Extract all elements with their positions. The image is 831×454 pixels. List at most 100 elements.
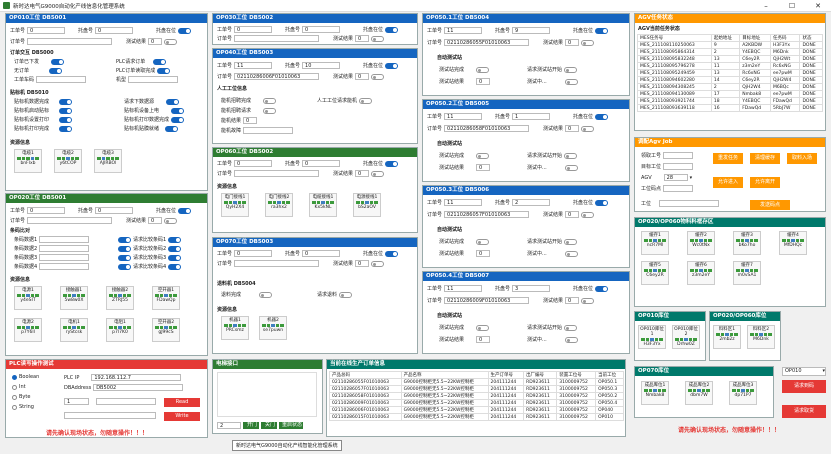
test-result-toggle[interactable]	[164, 217, 178, 224]
tray-present-toggle[interactable]	[385, 62, 399, 69]
table-row[interactable]: 02110286009F01010063 G9000控制柜无5.5~22KW控制柜…	[329, 399, 624, 407]
close-button[interactable]: ✕	[805, 0, 831, 12]
process-field[interactable]: 11	[234, 62, 273, 69]
table-row[interactable]: 02110286058F01010063 G9000控制柜无5.5~22KW控制柜…	[329, 392, 624, 400]
process-field[interactable]: 0	[234, 26, 273, 33]
test-result-field[interactable]: 0	[565, 297, 580, 304]
process-field[interactable]: 11	[444, 27, 483, 34]
order-field[interactable]: 02110286055F01010063	[444, 39, 530, 46]
order-field[interactable]	[234, 170, 320, 177]
scan-field-1[interactable]	[39, 236, 90, 243]
open-door-button[interactable]: 开门	[243, 422, 259, 429]
tray-present-toggle[interactable]	[178, 27, 192, 34]
test-result-field[interactable]: 0	[355, 73, 370, 80]
resource-slot[interactable]: 接触器2 ZTRJ55	[106, 286, 134, 310]
radio-boolean[interactable]	[12, 374, 17, 380]
tray-field[interactable]: 3	[512, 285, 551, 292]
tray-field[interactable]: 0	[302, 250, 341, 257]
sticker-toggle-5[interactable]	[166, 98, 180, 105]
test-result-field[interactable]: 0	[565, 125, 580, 132]
resource-slot[interactable]: OP010库位2 Drhw0Z	[672, 325, 700, 349]
test-result-toggle[interactable]	[164, 38, 178, 45]
resource-slot[interactable]: 料料区2 M6Dnk	[747, 325, 775, 349]
scan-toggle-2[interactable]	[118, 245, 131, 252]
table-row[interactable]: MES_211108093921744 18 Y4EBQC FDawQd DONE	[637, 97, 823, 105]
testing-toggle[interactable]	[564, 250, 578, 257]
scan-req-toggle-2[interactable]	[168, 245, 182, 252]
tray-present-toggle[interactable]	[385, 250, 399, 257]
column-header[interactable]: 产品总码	[329, 371, 402, 379]
op040-toggle-1[interactable]	[263, 97, 277, 104]
tray-present-toggle[interactable]	[385, 26, 399, 33]
plc-ip-field[interactable]: 192.168.112.7	[91, 374, 182, 381]
op070-toggle-2[interactable]	[339, 291, 353, 298]
op040-toggle-2[interactable]	[263, 107, 277, 114]
order-field[interactable]	[234, 35, 320, 42]
order-field[interactable]: 02110286006F01010063	[234, 73, 320, 80]
column-header[interactable]: MES任务号	[637, 34, 712, 42]
test-result-field[interactable]: 0	[355, 260, 370, 267]
column-header[interactable]: 产品名称	[400, 371, 489, 379]
column-header[interactable]: 任务码	[769, 34, 801, 42]
scan-toggle-4[interactable]	[118, 263, 131, 270]
clear-cache-button[interactable]: 清理缓存	[750, 153, 780, 164]
tray-field[interactable]: 9	[512, 27, 551, 34]
scan-toggle-1[interactable]	[118, 236, 131, 243]
sticker-toggle-8[interactable]	[165, 125, 179, 132]
process-field[interactable]: 11	[444, 199, 483, 206]
test-result-sub-field[interactable]: 0	[476, 78, 491, 85]
resource-slot[interactable]: 电机1 ryStcsk	[60, 318, 88, 342]
plc-write-field[interactable]	[64, 412, 156, 419]
column-header[interactable]: 目标地址	[739, 34, 771, 42]
test-result-field[interactable]: 0	[148, 38, 163, 45]
test-result-toggle[interactable]	[371, 73, 385, 80]
testing-toggle[interactable]	[564, 78, 578, 85]
table-row[interactable]: MES_211108094308245 2 QjH2W4 M6BQc DONE	[637, 83, 823, 91]
process-field[interactable]: 11	[444, 113, 483, 120]
resource-slot[interactable]: 缓存3 bKo7ho	[733, 231, 761, 255]
table-row[interactable]: MES_211108095864314 2 Y4EBQC M6Dnk DONE	[637, 48, 823, 56]
sticker-toggle-3[interactable]	[59, 116, 73, 123]
op040-right-toggle[interactable]	[359, 97, 373, 104]
scan-field-2[interactable]	[39, 245, 90, 252]
request-start-toggle[interactable]	[564, 152, 578, 159]
testing-toggle[interactable]	[564, 164, 578, 171]
test-result-toggle[interactable]	[581, 211, 595, 218]
resource-slot[interactable]: 缓存6 z3m2eY	[687, 261, 715, 285]
resource-slot[interactable]: 成品库位1 Nmbak8	[641, 381, 669, 405]
scan-req-toggle-1[interactable]	[168, 236, 182, 243]
column-header[interactable]: 装置工位号	[556, 371, 597, 379]
tray-present-toggle[interactable]	[178, 207, 192, 214]
resource-slot[interactable]: 电门接线2 ra3hx2	[265, 193, 293, 217]
test-result-field[interactable]: 0	[565, 211, 580, 218]
resource-slot[interactable]: 接触器1 5w8w0X	[60, 286, 88, 310]
test-done-toggle[interactable]	[476, 152, 490, 159]
chevron-down-icon[interactable]: ▾	[690, 175, 693, 181]
resource-slot[interactable]: 电阻1 p7l7K0	[106, 318, 134, 342]
test-result-sub-field[interactable]: 0	[476, 164, 491, 171]
op010-slot-2[interactable]: 电缆2 y6tCOP	[54, 149, 82, 173]
resource-slot[interactable]: OP010库位1 H3F3Yx	[638, 325, 666, 349]
column-header[interactable]: 起始地址	[710, 34, 741, 42]
test-result-toggle[interactable]	[371, 260, 385, 267]
column-header[interactable]: 状态	[799, 34, 823, 42]
test-result-toggle[interactable]	[371, 170, 385, 177]
test-result-sub-field[interactable]: 0	[476, 336, 491, 343]
close-door-button[interactable]: 关门	[261, 422, 277, 429]
test-result-field[interactable]: 0	[355, 170, 370, 177]
tray-field[interactable]: 1	[512, 113, 551, 120]
scan-toggle-3[interactable]	[118, 254, 131, 261]
tray-present-toggle[interactable]	[595, 113, 609, 120]
table-row[interactable]: 02110286055F01010063 G9000控制柜无5.5~22KW控制柜…	[329, 378, 624, 386]
column-header[interactable]: 生产订单号	[487, 371, 525, 379]
resource-slot[interactable]: 电源1 y4eSIT	[14, 286, 42, 310]
elevator-log[interactable]	[217, 372, 317, 417]
request-start-toggle[interactable]	[564, 238, 578, 245]
test-done-toggle[interactable]	[476, 324, 490, 331]
station-dropdown[interactable]: OP010 ▾	[782, 367, 826, 376]
agvjob-field-4[interactable]	[663, 185, 694, 192]
op040-fault-field[interactable]	[243, 127, 294, 134]
radio-string[interactable]	[12, 404, 17, 410]
process-field[interactable]: 0	[27, 207, 66, 214]
test-done-toggle[interactable]	[476, 238, 490, 245]
